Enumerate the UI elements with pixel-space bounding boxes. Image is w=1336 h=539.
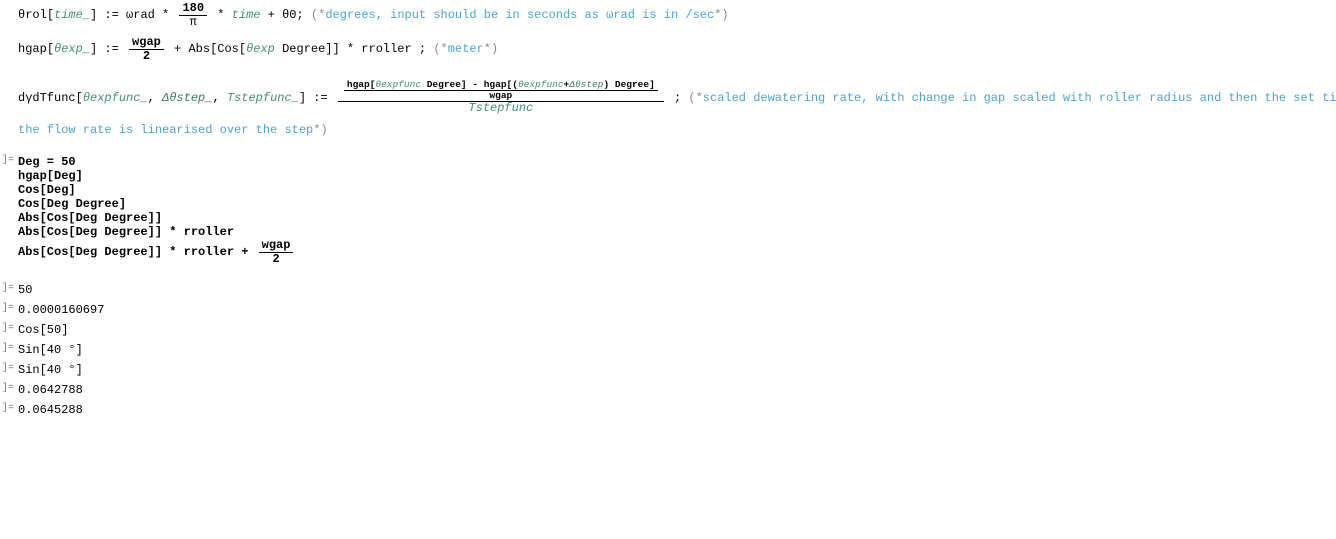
in-4: Cos[Deg Degree] xyxy=(18,197,1336,211)
def-line-2: hgap [ θexp_ ] := wgap 2 + Abs[Cos[ θexp… xyxy=(18,36,1336,62)
out-1-val: 50 xyxy=(18,283,32,297)
input-block: ]= Deg = 50 hgap[Deg] Cos[Deg] Cos[Deg D… xyxy=(0,153,1336,267)
in-3: Cos[Deg] xyxy=(18,183,1336,197)
in-1: Deg = 50 xyxy=(18,155,1336,169)
in-7-num: wgap xyxy=(259,239,294,253)
comment-body: meter xyxy=(448,42,484,56)
comment-close: *) xyxy=(313,123,327,137)
in-marker: ]= xyxy=(2,155,14,166)
inner-den: wgap xyxy=(486,91,515,101)
out-3-val: Cos[50] xyxy=(18,323,68,337)
out-4: Sin[40 °] xyxy=(0,343,1336,357)
outer-frac: hgap[θexpfunc Degree] - hgap[(θexpfunc+Δ… xyxy=(338,80,664,115)
def-theta-rol: θrol [ time_ ] := ωrad * 180 π * time + … xyxy=(0,0,1336,30)
def-dydtfunc-comment-cont: the flow rate is linearised over the ste… xyxy=(0,121,1336,139)
out-5: Sin[40 °] xyxy=(0,363,1336,377)
def-line-1: θrol [ time_ ] := ωrad * 180 π * time + … xyxy=(18,2,1336,28)
param-thetaexp: θexp_ xyxy=(54,42,90,56)
semicolon: ; xyxy=(667,91,689,105)
out-2-val: 0.0000160697 xyxy=(18,303,104,317)
inner-frac: hgap[θexpfunc Degree] - hgap[(θexpfunc+Δ… xyxy=(344,80,658,101)
times: * xyxy=(210,8,232,22)
out-3: Cos[50] xyxy=(0,323,1336,337)
comment-close: *) xyxy=(484,42,498,56)
comment-open: (* xyxy=(433,42,447,56)
in-7-frac: wgap 2 xyxy=(259,239,294,265)
in-7: Abs[Cos[Deg Degree]] * rroller + wgap 2 xyxy=(18,239,1336,265)
outer-num: hgap[θexpfunc Degree] - hgap[(θexpfunc+Δ… xyxy=(338,80,664,102)
out-4-val: Sin[40 °] xyxy=(18,343,83,357)
comment-open: (* xyxy=(311,8,325,22)
t: θexpfunc xyxy=(375,79,421,90)
comment-body: degrees, input should be in seconds as ω… xyxy=(325,8,714,22)
time-var: time xyxy=(232,8,261,22)
plus-theta0: + θ0; xyxy=(260,8,310,22)
frac-den: 2 xyxy=(140,50,153,63)
t: ) Degree] xyxy=(603,79,654,90)
comment-cont: the flow rate is linearised over the ste… xyxy=(18,123,313,137)
out-7: 0.0645288 xyxy=(0,403,1336,417)
out-6: 0.0642788 xyxy=(0,383,1336,397)
def-hgap: hgap [ θexp_ ] := wgap 2 + Abs[Cos[ θexp… xyxy=(0,34,1336,64)
def-dydtfunc: dγdTfunc [ θexpfunc_ , Δθstep_ , Tstepfu… xyxy=(0,78,1336,117)
bracket: [ xyxy=(76,91,83,105)
in-7a: Abs[Cos[Deg Degree]] * rroller + xyxy=(18,245,256,259)
comment-close: *) xyxy=(714,8,728,22)
out-5-val: Sin[40 °] xyxy=(18,363,83,377)
out-1: 50 xyxy=(0,283,1336,297)
t: Degree] - hgap[( xyxy=(421,79,518,90)
comment-open: (* xyxy=(688,91,702,105)
comma: , xyxy=(148,91,162,105)
frac-den: π xyxy=(187,16,200,29)
bracket: [ xyxy=(47,8,54,22)
fn-name: θrol xyxy=(18,8,47,22)
fn-name: dγdTfunc xyxy=(18,91,76,105)
deg-rroller: Degree]] * rroller ; xyxy=(275,42,433,56)
bracket: [ xyxy=(47,42,54,56)
fn-name: hgap xyxy=(18,42,47,56)
out-2: 0.0000160697 xyxy=(0,303,1336,317)
bracket-close: ] xyxy=(90,42,97,56)
t: hgap[ xyxy=(347,79,376,90)
def-line-3: dγdTfunc [ θexpfunc_ , Δθstep_ , Tstepfu… xyxy=(18,80,1336,115)
param-1: θexpfunc_ xyxy=(83,91,148,105)
frac-wgap-2: wgap 2 xyxy=(129,36,164,62)
def-line-3b: the flow rate is linearised over the ste… xyxy=(18,123,1336,137)
out-7-val: 0.0645288 xyxy=(18,403,83,417)
thetaexp-var: θexp xyxy=(246,42,275,56)
assign: := ωrad * xyxy=(97,8,176,22)
out-6-val: 0.0642788 xyxy=(18,383,83,397)
in-2: hgap[Deg] xyxy=(18,169,1336,183)
param-3: Tstepfunc_ xyxy=(227,91,299,105)
assign: := xyxy=(97,42,126,56)
assign: := xyxy=(306,91,335,105)
frac-num: 180 xyxy=(179,2,207,16)
param-time: time_ xyxy=(54,8,90,22)
bracket-close: ] xyxy=(90,8,97,22)
outer-den: Tstepfunc xyxy=(465,102,536,115)
in-7-den: 2 xyxy=(269,253,282,266)
bracket-close: ] xyxy=(299,91,306,105)
plus-abs-cos: + Abs[Cos[ xyxy=(167,42,246,56)
in-6: Abs[Cos[Deg Degree]] * rroller xyxy=(18,225,1336,239)
comma: , xyxy=(212,91,226,105)
t: Δθstep xyxy=(569,79,603,90)
frac-num: wgap xyxy=(129,36,164,50)
in-5: Abs[Cos[Deg Degree]] xyxy=(18,211,1336,225)
frac-180-pi: 180 π xyxy=(179,2,207,28)
comment-body: scaled dewatering rate, with change in g… xyxy=(703,91,1336,105)
param-2: Δθstep_ xyxy=(162,91,212,105)
t: θexpfunc xyxy=(518,79,564,90)
